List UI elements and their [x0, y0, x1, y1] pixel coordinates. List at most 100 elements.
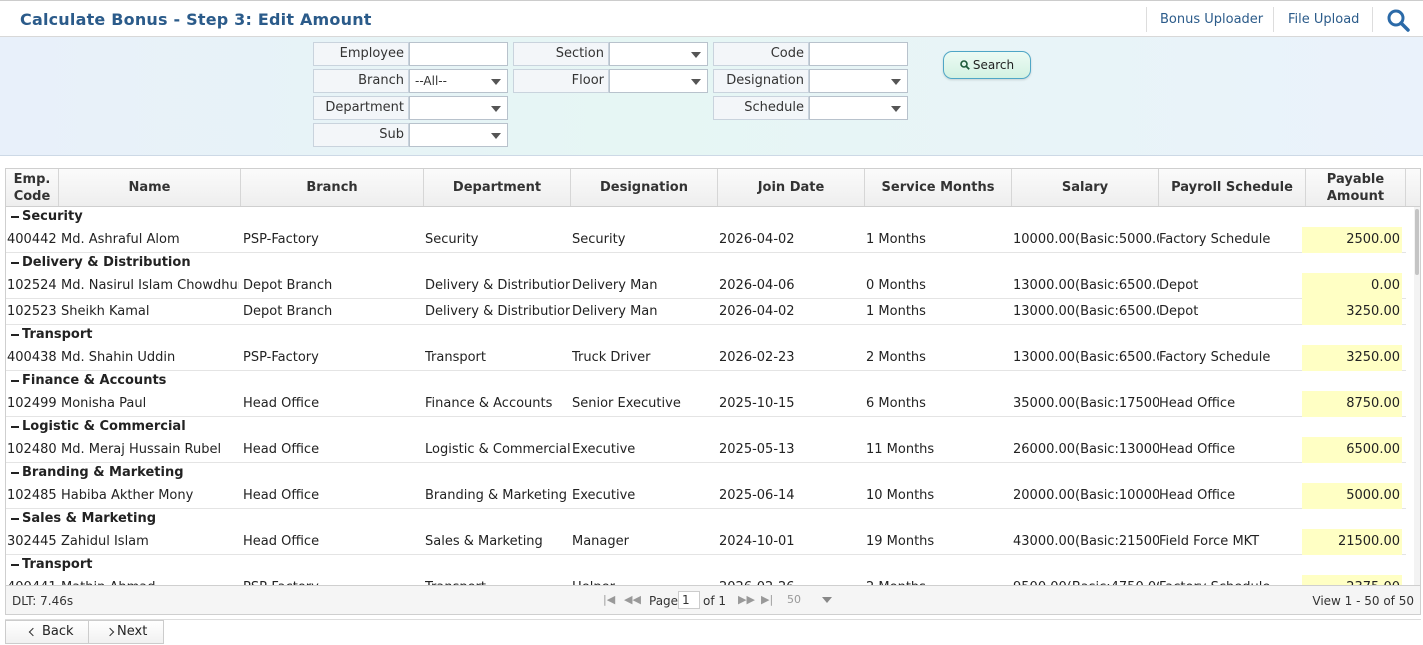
- cell-department: Sales & Marketing: [425, 534, 543, 549]
- wizard-nav: Back Next: [5, 619, 1421, 644]
- department-select[interactable]: [409, 96, 508, 120]
- next-button[interactable]: Next: [88, 620, 164, 644]
- bonus-uploader-link[interactable]: Bonus Uploader: [1160, 12, 1263, 27]
- table-row[interactable]: 102524 Md. Nasirul Islam Chowdhury Depot B…: [6, 273, 1406, 299]
- cell-payroll-schedule: Factory Schedule: [1159, 350, 1271, 365]
- column-header-branch[interactable]: Branch: [241, 169, 424, 206]
- header-bar: Calculate Bonus - Step 3: Edit Amount Bo…: [0, 0, 1423, 37]
- cell-designation: Security: [572, 232, 626, 247]
- payable-amount-input[interactable]: 0.00: [1302, 273, 1402, 299]
- table-row[interactable]: 400442 Md. Ashraful Alom PSP-Factory Securi…: [6, 227, 1406, 253]
- designation-select[interactable]: [809, 69, 908, 93]
- collapse-icon[interactable]: [11, 472, 19, 474]
- table-row[interactable]: 400438 Md. Shahin Uddin PSP-Factory Transpo…: [6, 345, 1406, 371]
- employee-input[interactable]: [409, 42, 508, 66]
- cell-payroll-schedule: Head Office: [1159, 442, 1236, 457]
- header-divider: [1372, 7, 1373, 32]
- next-page-icon[interactable]: ▶▶: [738, 593, 755, 606]
- last-page-icon[interactable]: ▶|: [761, 593, 773, 606]
- column-header-department[interactable]: Department: [424, 169, 571, 206]
- grid-scrollbar[interactable]: [1414, 207, 1420, 585]
- group-row[interactable]: Delivery & Distribution: [6, 253, 1406, 273]
- payable-amount-input[interactable]: 8750.00: [1302, 391, 1402, 417]
- page-number-input[interactable]: 1: [678, 591, 700, 609]
- payable-amount-input[interactable]: 2500.00: [1302, 227, 1402, 253]
- payable-amount-input[interactable]: 2375.00: [1302, 575, 1402, 585]
- column-header-name[interactable]: Name: [59, 169, 241, 206]
- table-row[interactable]: 102485 Habiba Akther Mony Head Office Brand…: [6, 483, 1406, 509]
- table-row[interactable]: 102523 Sheikh Kamal Depot Branch Delivery &…: [6, 299, 1406, 325]
- group-row[interactable]: Sales & Marketing: [6, 509, 1406, 529]
- cell-emp-code: 302445: [7, 534, 57, 549]
- cell-designation: Senior Executive: [572, 396, 681, 411]
- payable-amount-input[interactable]: 3250.00: [1302, 299, 1402, 325]
- next-button-label: Next: [117, 624, 148, 639]
- payable-amount-input[interactable]: 6500.00: [1302, 437, 1402, 463]
- group-row[interactable]: Logistic & Commercial: [6, 417, 1406, 437]
- scrollbar-thumb[interactable]: [1415, 209, 1419, 275]
- cell-name: Md. Meraj Hussain Rubel: [61, 442, 222, 457]
- cell-department: Security: [425, 232, 479, 247]
- cell-designation: Executive: [572, 488, 636, 503]
- back-button[interactable]: Back: [5, 620, 89, 644]
- collapse-icon[interactable]: [11, 426, 19, 428]
- cell-join-date: 2025-05-13: [719, 442, 795, 457]
- cell-salary: 43000.00(Basic:21500.0: [1013, 534, 1159, 549]
- column-header-service-months[interactable]: Service Months: [865, 169, 1012, 206]
- first-page-icon[interactable]: |◀: [603, 593, 615, 606]
- payable-amount-input[interactable]: 3250.00: [1302, 345, 1402, 371]
- collapse-icon[interactable]: [11, 216, 19, 218]
- cell-service-months: 1 Months: [866, 232, 926, 247]
- collapse-icon[interactable]: [11, 564, 19, 566]
- column-header-join-date[interactable]: Join Date: [718, 169, 865, 206]
- schedule-select[interactable]: [809, 96, 908, 120]
- search-icon: [960, 60, 970, 70]
- collapse-icon[interactable]: [11, 380, 19, 382]
- cell-salary: 35000.00(Basic:17500.0: [1013, 396, 1159, 411]
- rows-per-page-select[interactable]: 50: [786, 591, 838, 609]
- column-header-emp-code[interactable]: Emp. Code: [6, 169, 59, 206]
- cell-service-months: 1 Months: [866, 304, 926, 319]
- group-label: Delivery & Distribution: [22, 255, 191, 270]
- code-input[interactable]: [809, 42, 908, 66]
- cell-branch: Head Office: [243, 534, 320, 549]
- group-row[interactable]: Security: [6, 207, 1406, 227]
- group-row[interactable]: Finance & Accounts: [6, 371, 1406, 391]
- group-row[interactable]: Transport: [6, 325, 1406, 345]
- cell-name: Md. Ashraful Alom: [61, 232, 180, 247]
- section-select[interactable]: [609, 42, 708, 66]
- collapse-icon[interactable]: [11, 262, 19, 264]
- collapse-icon[interactable]: [11, 334, 19, 336]
- search-button[interactable]: Search: [943, 51, 1031, 79]
- table-row[interactable]: 302445 Zahidul Islam Head Office Sales & Ma…: [6, 529, 1406, 555]
- group-row[interactable]: Transport: [6, 555, 1406, 575]
- group-row[interactable]: Branding & Marketing: [6, 463, 1406, 483]
- column-header-payroll-schedule[interactable]: Payroll Schedule: [1159, 169, 1306, 206]
- record-count-text: View 1 - 50 of 50: [1312, 594, 1414, 608]
- table-row[interactable]: 102499 Monisha Paul Head Office Finance & A…: [6, 391, 1406, 417]
- collapse-icon[interactable]: [11, 518, 19, 520]
- column-header-salary[interactable]: Salary: [1012, 169, 1159, 206]
- cell-name: Md. Shahin Uddin: [61, 350, 176, 365]
- header-divider: [1146, 7, 1147, 32]
- payable-amount-input[interactable]: 5000.00: [1302, 483, 1402, 509]
- sub-select[interactable]: [409, 123, 508, 147]
- cell-join-date: 2026-02-26: [719, 575, 864, 585]
- table-row[interactable]: 400441Mathin Ahmad PSP-FactoryTransportHe…: [6, 575, 1406, 585]
- cell-service-months: 6 Months: [866, 396, 926, 411]
- cell-emp-code: 400441: [7, 575, 59, 585]
- branch-select[interactable]: --All--: [409, 69, 508, 93]
- file-upload-link[interactable]: File Upload: [1288, 12, 1359, 27]
- group-label: Branding & Marketing: [22, 465, 184, 480]
- table-row[interactable]: 102480 Md. Meraj Hussain Rubel Head Office…: [6, 437, 1406, 463]
- bonus-grid: Emp. Code Name Branch Department Designa…: [5, 168, 1421, 615]
- search-icon[interactable]: [1386, 8, 1410, 32]
- payable-amount-input[interactable]: 21500.00: [1302, 529, 1402, 555]
- cell-join-date: 2024-10-01: [719, 534, 795, 549]
- rows-per-page-value: 50: [787, 593, 801, 606]
- column-header-designation[interactable]: Designation: [571, 169, 718, 206]
- column-header-payable-amount[interactable]: Payable Amount: [1306, 169, 1406, 206]
- prev-page-icon[interactable]: ◀◀: [624, 593, 641, 606]
- cell-service-months: 2 Months: [866, 350, 926, 365]
- floor-select[interactable]: [609, 69, 708, 93]
